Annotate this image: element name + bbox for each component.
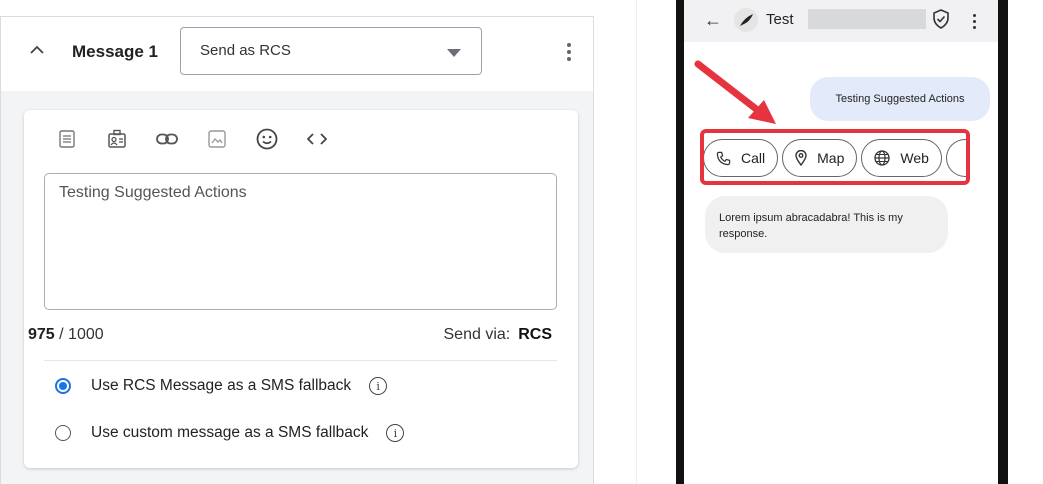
- more-options-icon[interactable]: [559, 40, 579, 64]
- send-mode-value: Send as RCS: [200, 42, 291, 59]
- annotation-arrow-icon: [694, 60, 776, 124]
- code-icon[interactable]: [304, 126, 330, 152]
- message-header: Message 1 Send as RCS: [0, 16, 594, 92]
- incoming-message-bubble: Lorem ipsum abracadabra! This is my resp…: [705, 196, 948, 253]
- chevron-up-icon: [30, 45, 44, 54]
- message-title: Message 1: [72, 42, 158, 61]
- outgoing-message-bubble: Testing Suggested Actions: [810, 77, 990, 121]
- back-arrow-icon[interactable]: ←: [704, 10, 722, 31]
- counter-total: / 1000: [54, 326, 104, 343]
- highlight-box: [700, 129, 970, 185]
- message-editor: Message 1 Send as RCS Testing Suggested …: [0, 16, 596, 484]
- contact-name: Test: [766, 11, 794, 28]
- send-via-label: Send via:: [443, 326, 511, 343]
- counter-current: 975: [28, 326, 55, 343]
- info-icon[interactable]: i: [369, 377, 388, 395]
- send-via: Send via: RCS: [444, 326, 553, 344]
- divider: [44, 360, 557, 361]
- conversation-header: ← Test: [684, 0, 998, 42]
- collapse-button[interactable]: [27, 39, 47, 59]
- contact-card-icon[interactable]: [104, 126, 130, 152]
- send-mode-select[interactable]: Send as RCS: [180, 27, 482, 75]
- redacted-block: [808, 9, 926, 29]
- radio-unselected[interactable]: [55, 425, 71, 441]
- send-via-value: RCS: [518, 326, 552, 343]
- fallback-option-custom[interactable]: Use custom message as a SMS fallback i: [55, 424, 405, 442]
- fallback-option-label: Use custom message as a SMS fallback: [91, 424, 369, 441]
- shield-check-icon[interactable]: [932, 9, 950, 34]
- feather-icon: [740, 14, 753, 26]
- avatar: [734, 8, 758, 32]
- composer-toolbar: [54, 126, 354, 152]
- emoji-icon[interactable]: [254, 126, 280, 152]
- more-options-icon[interactable]: [970, 12, 978, 30]
- template-icon[interactable]: [54, 126, 80, 152]
- image-icon[interactable]: [204, 126, 230, 152]
- caret-down-icon: [447, 49, 461, 57]
- editor-body: Testing Suggested Actions 975 / 1000 Sen…: [0, 91, 594, 484]
- message-card: Testing Suggested Actions 975 / 1000 Sen…: [24, 110, 578, 468]
- fallback-option-rcs[interactable]: Use RCS Message as a SMS fallback i: [55, 377, 388, 395]
- fallback-option-label: Use RCS Message as a SMS fallback: [91, 377, 352, 394]
- radio-selected[interactable]: [55, 378, 71, 394]
- message-textarea[interactable]: Testing Suggested Actions: [44, 173, 557, 310]
- character-counter: 975 / 1000: [28, 326, 104, 344]
- panel-divider: [636, 0, 637, 484]
- link-icon[interactable]: [154, 126, 180, 152]
- info-icon[interactable]: i: [386, 424, 405, 442]
